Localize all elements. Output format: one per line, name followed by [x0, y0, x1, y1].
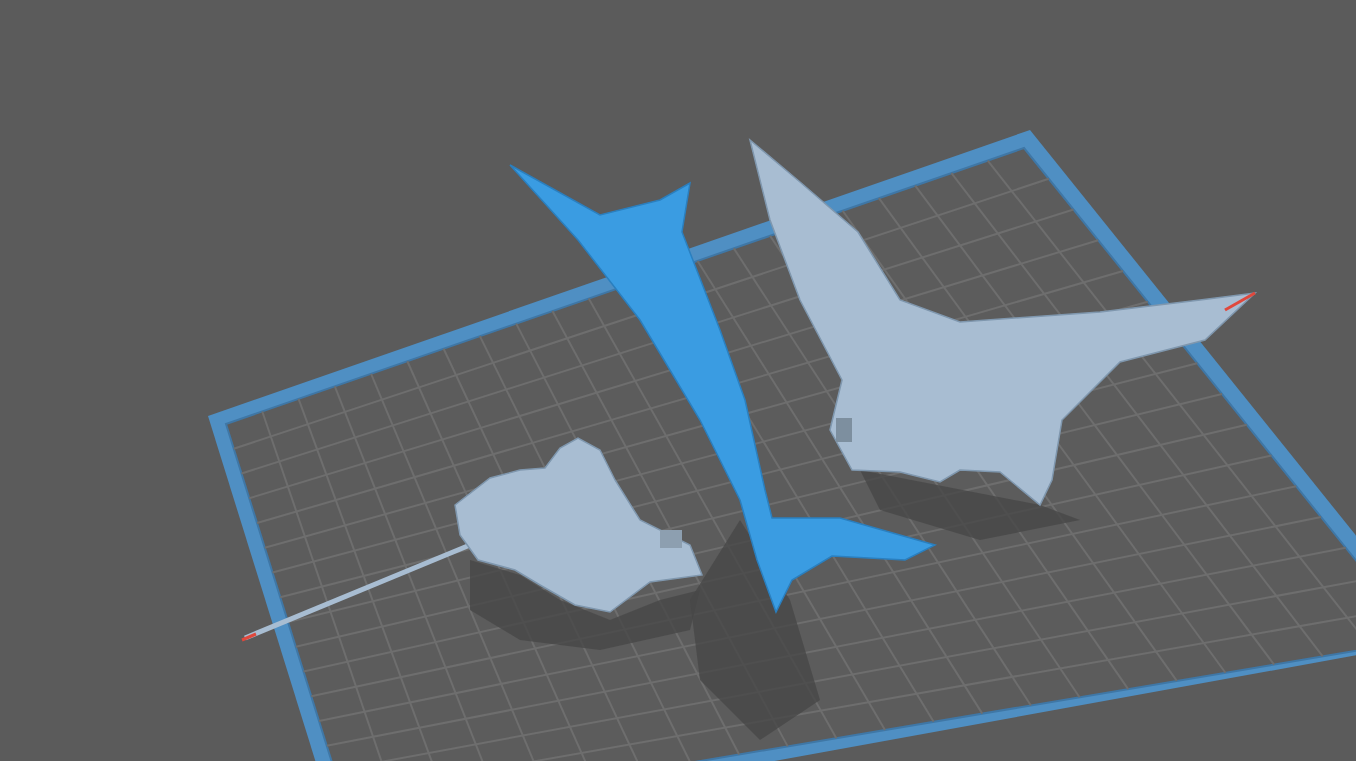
model-mesh[interactable] — [750, 140, 1255, 505]
model-dragon-body[interactable] — [242, 438, 702, 650]
support-block — [660, 530, 682, 548]
spear-tip — [242, 634, 256, 640]
model-wing-tail[interactable] — [750, 140, 1255, 540]
grid-line — [299, 399, 448, 761]
build-plate-border — [208, 130, 1356, 761]
grid-line — [342, 609, 1356, 761]
grid-line — [327, 548, 1346, 746]
spear — [245, 545, 470, 638]
viewport[interactable] — [0, 0, 1356, 761]
scene-canvas[interactable] — [0, 0, 1356, 761]
model-mesh[interactable] — [455, 438, 702, 612]
tail-tip — [1225, 293, 1255, 310]
support-block — [836, 418, 852, 442]
